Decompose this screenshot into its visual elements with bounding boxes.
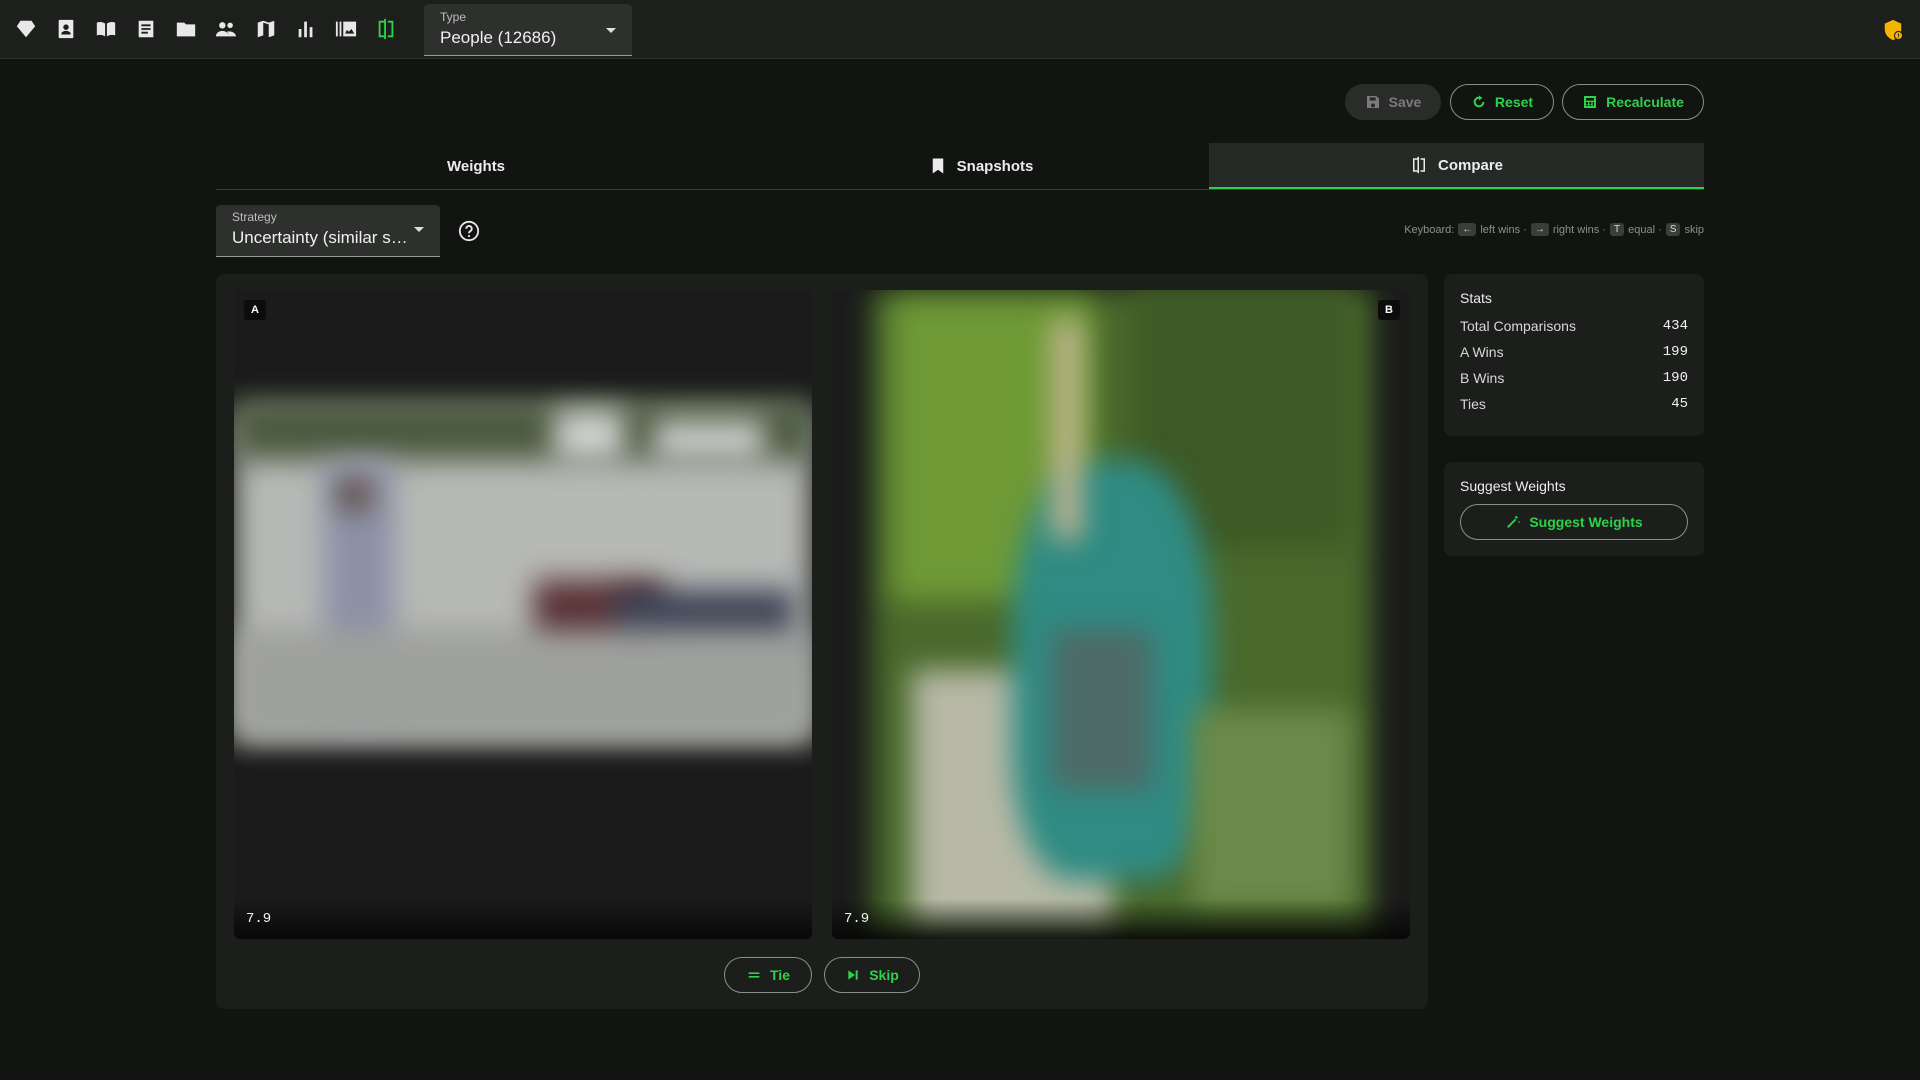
tab-bar: Weights Snapshots Compare xyxy=(216,143,1704,190)
shield-alert-icon[interactable] xyxy=(1882,19,1904,41)
tie-button[interactable]: Tie xyxy=(724,957,812,993)
suggest-weights-button-label: Suggest Weights xyxy=(1529,514,1643,530)
people-icon[interactable] xyxy=(214,17,238,41)
left-key: ← xyxy=(1458,223,1477,236)
bookmark-icon xyxy=(932,158,943,174)
skip-button-label: Skip xyxy=(869,967,899,983)
contact-card-icon[interactable] xyxy=(54,17,78,41)
top-bar: Type People (12686) xyxy=(0,0,1920,59)
folder-icon[interactable] xyxy=(174,17,198,41)
stat-value: 199 xyxy=(1662,344,1688,360)
right-key: → xyxy=(1530,223,1549,236)
save-button[interactable]: Save xyxy=(1345,84,1441,120)
skip-button[interactable]: Skip xyxy=(824,957,920,993)
type-select-label: Type xyxy=(440,10,467,24)
save-icon xyxy=(1366,96,1379,108)
suggest-weights-button[interactable]: Suggest Weights xyxy=(1460,504,1688,540)
tab-snapshots[interactable]: Snapshots xyxy=(736,143,1226,189)
compare-icon[interactable] xyxy=(374,17,398,41)
tab-compare-label: Compare xyxy=(1437,156,1504,174)
tab-compare[interactable]: Compare xyxy=(1209,143,1704,189)
candidate-a-score: 7.9 xyxy=(234,899,812,939)
stat-value: 434 xyxy=(1662,318,1688,334)
stat-label: A Wins xyxy=(1460,344,1504,360)
stat-value: 190 xyxy=(1662,370,1688,386)
stat-label: Ties xyxy=(1460,396,1486,412)
equals-icon xyxy=(748,972,760,978)
image-gallery-icon[interactable] xyxy=(334,17,358,41)
stat-label: Total Comparisons xyxy=(1460,318,1576,334)
right-wins-text: right wins · xyxy=(1552,223,1607,236)
tab-snapshots-label: Snapshots xyxy=(956,157,1034,175)
strategy-value: Uncertainty (similar sc… xyxy=(232,228,414,247)
article-icon[interactable] xyxy=(134,17,158,41)
keyboard-hint: Keyboard: ← left wins · → right wins · T… xyxy=(1404,223,1704,236)
strategy-select[interactable]: Strategy Uncertainty (similar sc… xyxy=(216,205,440,257)
type-select[interactable]: Type People (12686) xyxy=(424,4,632,56)
recalculate-button-label: Recalculate xyxy=(1606,94,1684,110)
refresh-icon xyxy=(1473,95,1485,108)
type-select-value: People (12686) xyxy=(440,28,557,47)
equal-text: equal · xyxy=(1628,223,1662,236)
skip-text: skip xyxy=(1684,223,1704,236)
strategy-label: Strategy xyxy=(232,210,277,224)
stat-label: B Wins xyxy=(1460,370,1505,386)
recalculate-button[interactable]: Recalculate xyxy=(1562,84,1704,120)
suggest-weights-title: Suggest Weights xyxy=(1460,478,1566,494)
stat-row-ties: Ties 45 xyxy=(1460,394,1688,414)
tie-key: T xyxy=(1610,223,1625,236)
stat-value: 45 xyxy=(1671,396,1688,412)
diamond-icon[interactable] xyxy=(14,17,38,41)
help-icon[interactable] xyxy=(458,220,480,242)
skip-next-icon xyxy=(848,970,858,980)
magic-wand-icon xyxy=(1507,515,1521,528)
stats-title: Stats xyxy=(1460,290,1492,306)
calculator-icon xyxy=(1584,96,1597,108)
suggest-weights-card: Suggest Weights Suggest Weights xyxy=(1444,462,1704,556)
reset-button-label: Reset xyxy=(1494,94,1534,110)
tie-button-label: Tie xyxy=(770,967,790,983)
tab-weights[interactable]: Weights xyxy=(216,143,736,189)
stat-row-total: Total Comparisons 434 xyxy=(1460,316,1688,336)
candidate-b-score: 7.9 xyxy=(832,899,1410,939)
candidate-a-card[interactable]: A 7.9 xyxy=(234,290,812,939)
tab-weights-label: Weights xyxy=(446,157,506,175)
candidate-b-badge: B xyxy=(1378,300,1400,320)
keyboard-hint-prefix: Keyboard: xyxy=(1404,223,1455,236)
save-button-label: Save xyxy=(1388,94,1422,110)
reset-button[interactable]: Reset xyxy=(1450,84,1554,120)
stat-row-b-wins: B Wins 190 xyxy=(1460,368,1688,388)
compare-panel: A 7.9 B 7.9 Tie Skip xyxy=(216,274,1428,1009)
stats-card: Stats Total Comparisons 434 A Wins 199 B… xyxy=(1444,274,1704,436)
chevron-down-icon xyxy=(414,227,424,232)
nav-icon-bar xyxy=(14,17,398,41)
stat-row-a-wins: A Wins 199 xyxy=(1460,342,1688,362)
skip-key: S xyxy=(1665,223,1681,236)
compare-icon xyxy=(1412,156,1425,174)
open-book-icon[interactable] xyxy=(94,17,118,41)
candidate-a-badge: A xyxy=(244,300,266,320)
bar-chart-icon[interactable] xyxy=(294,17,318,41)
chevron-down-icon xyxy=(606,28,616,33)
left-wins-text: left wins · xyxy=(1480,223,1527,236)
map-icon[interactable] xyxy=(254,17,278,41)
candidate-b-card[interactable]: B 7.9 xyxy=(832,290,1410,939)
